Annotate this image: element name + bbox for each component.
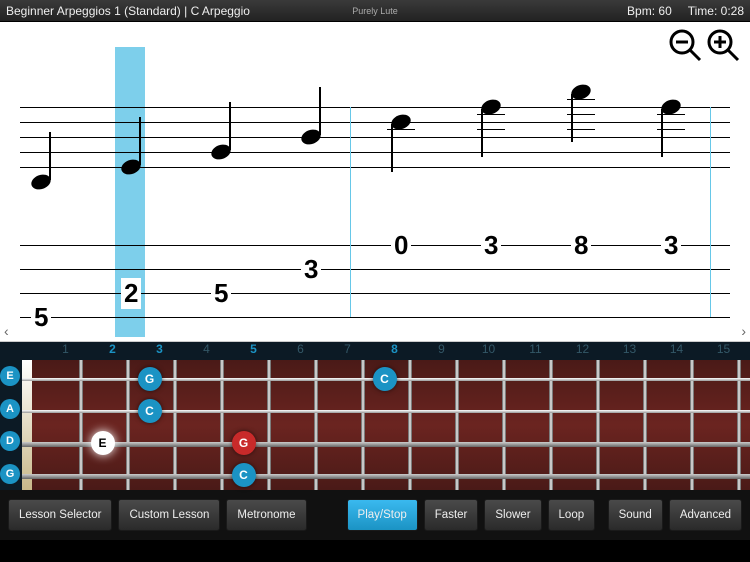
fret-number-row: 123456789101112131415 [0,342,750,360]
fret-number: 15 [700,342,747,360]
lesson-selector-button[interactable]: Lesson Selector [8,499,112,531]
loop-button[interactable]: Loop [548,499,596,531]
bottom-toolbar: Lesson Selector Custom Lesson Metronome … [0,490,750,540]
fret-number: 4 [183,342,230,360]
open-string-label: E [0,366,20,386]
open-string-label: A [0,399,20,419]
fret-number: 6 [277,342,324,360]
note-stem [481,109,483,157]
fretboard: EADG GCCEGC [0,360,750,490]
fret-number: 3 [136,342,183,360]
next-page-button[interactable]: › [741,323,746,339]
fretboard-marker: G [138,367,162,391]
fretboard-marker: C [232,463,256,487]
tab-number: 5 [31,302,51,333]
top-bar: Beginner Arpeggios 1 (Standard) | C Arpe… [0,0,750,22]
bpm-label: Bpm: 60 [627,4,672,18]
metronome-button[interactable]: Metronome [226,499,306,531]
sound-button[interactable]: Sound [608,499,663,531]
zoom-controls [668,28,740,62]
tab-number: 5 [211,278,231,309]
play-stop-button[interactable]: Play/Stop [347,499,418,531]
tab-number: 0 [391,230,411,261]
fretboard-marker: E [91,431,115,455]
fret-number: 8 [371,342,418,360]
fretboard-marker: G [232,431,256,455]
fret-number: 13 [606,342,653,360]
tab-number: 3 [481,230,501,261]
advanced-button[interactable]: Advanced [669,499,742,531]
note-stem [391,124,393,172]
music-staff [20,107,730,167]
open-string-label: G [0,464,20,484]
brand-label: Purely Lute [352,6,398,16]
fret-number: 7 [324,342,371,360]
zoom-out-button[interactable] [668,28,702,62]
custom-lesson-button[interactable]: Custom Lesson [118,499,220,531]
zoom-in-icon [706,28,740,62]
note-stem [49,132,51,180]
note-stem [319,87,321,135]
note-stem [229,102,231,150]
faster-button[interactable]: Faster [424,499,479,531]
fret-number: 2 [89,342,136,360]
fret-number: 1 [42,342,89,360]
prev-page-button[interactable]: ‹ [4,323,9,339]
tab-number: 8 [571,230,591,261]
lesson-title: Beginner Arpeggios 1 (Standard) | C Arpe… [6,4,250,18]
fretboard-marker: C [138,399,162,423]
open-strings-column: EADG [0,360,22,490]
fret-number: 5 [230,342,277,360]
zoom-out-icon [668,28,702,62]
fret-number: 10 [465,342,512,360]
tab-number: 3 [301,254,321,285]
fretboard-marker: C [373,367,397,391]
score-area: 5 2 5 3 0 3 8 3 ‹ › [0,22,750,342]
note-stem [571,94,573,142]
string [22,474,750,479]
fret-number: 12 [559,342,606,360]
string [22,442,750,447]
string [22,410,750,413]
note-stem [661,109,663,157]
zoom-in-button[interactable] [706,28,740,62]
fret-number: 14 [653,342,700,360]
open-string-label: D [0,431,20,451]
tab-number: 3 [661,230,681,261]
fret-number: 11 [512,342,559,360]
tab-number: 2 [121,278,141,309]
time-label: Time: 0:28 [688,4,744,18]
note-stem [139,117,141,165]
fret-number: 9 [418,342,465,360]
slower-button[interactable]: Slower [484,499,541,531]
